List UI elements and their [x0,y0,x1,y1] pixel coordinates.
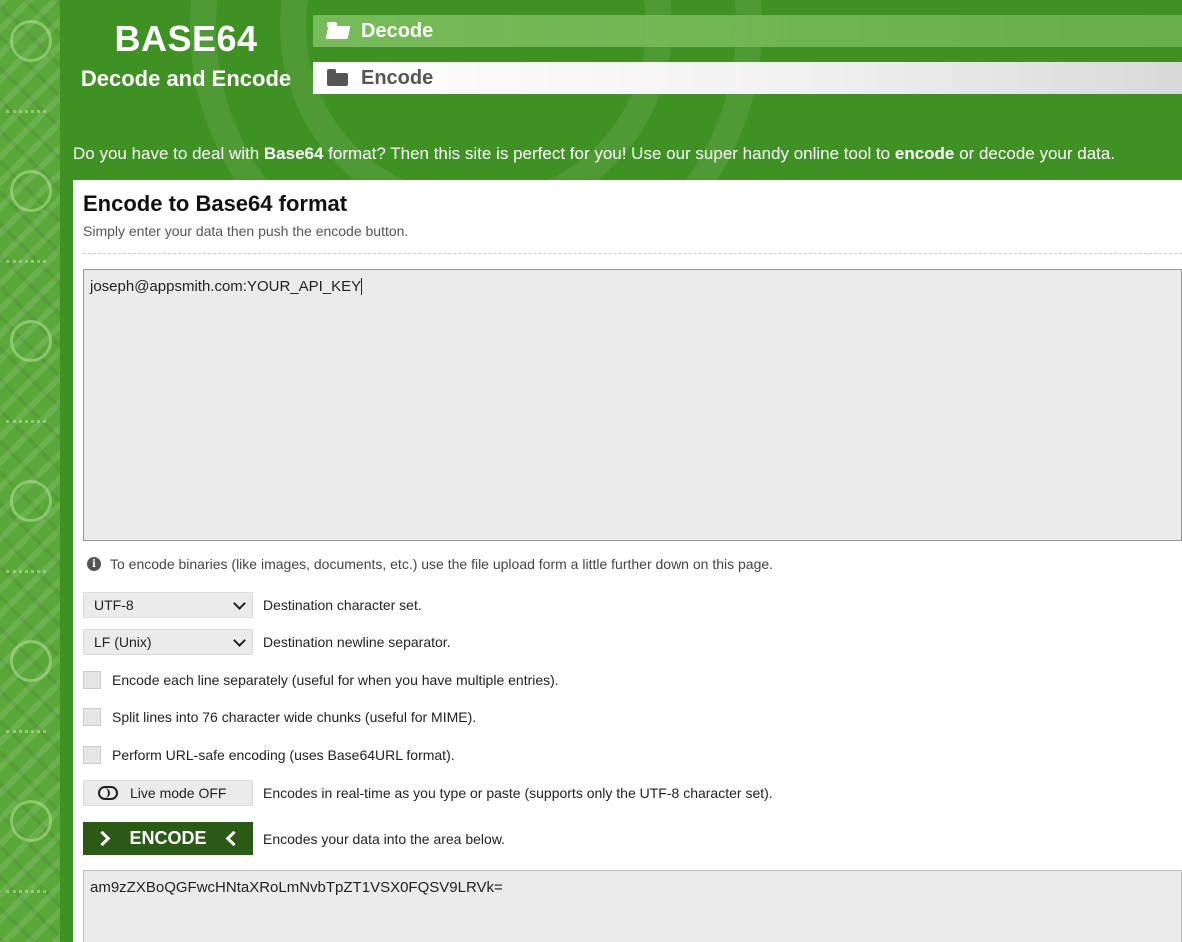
split-lines-label: Split lines into 76 character wide chunk… [112,709,477,725]
live-mode-toggle[interactable]: Live mode OFF [83,780,253,806]
input-textarea[interactable]: joseph@appsmith.com:YOUR_API_KEY [83,269,1182,541]
newline-select[interactable]: LF (Unix) [83,629,253,655]
option-row: Perform URL-safe encoding (uses Base64UR… [83,746,455,764]
tab-decode-label: Decode [361,19,434,42]
charset-label: Destination character set. [263,597,422,613]
encode-description: Encodes your data into the area below. [263,830,506,847]
panel-subtitle: Simply enter your data then push the enc… [83,223,409,239]
newline-row: LF (Unix) Destination newline separator. [83,629,451,655]
output-value: am9zZXBoQGFwcHNtaXRoLmNvbTpZT1VSX0FQSV9L… [90,879,503,896]
panel-title: Encode to Base64 format [83,191,348,216]
decorative-sidebar [0,0,60,942]
divider [83,253,1182,254]
decoration-circle [10,170,52,212]
encode-each-line-checkbox[interactable] [83,671,101,689]
toggle-off-icon [98,786,118,800]
text-caret [361,278,363,295]
intro-text: Do you have to deal with Base64 format? … [73,144,1182,164]
encode-row: ENCODE Encodes your data into the area b… [83,822,505,855]
live-mode-description: Encodes in real-time as you type or past… [263,785,773,801]
tab-decode[interactable]: Decode [313,15,1182,47]
decoration-dash [6,110,46,117]
option-row: Split lines into 76 character wide chunk… [83,708,476,726]
logo-title[interactable]: BASE64 [60,18,312,60]
encode-button[interactable]: ENCODE [83,822,253,855]
logo-subtitle: Decode and Encode [80,66,292,91]
live-mode-label: Live mode OFF [130,785,227,801]
encode-button-label: ENCODE [129,828,207,848]
charset-select[interactable]: UTF-8 [83,592,253,618]
info-note: i To encode binaries (like images, docum… [87,556,773,572]
output-textarea[interactable]: am9zZXBoQGFwcHNtaXRoLmNvbTpZT1VSX0FQSV9L… [83,870,1182,942]
decoration-dash [6,890,46,897]
newline-value: LF (Unix) [94,634,152,650]
tab-encode[interactable]: Encode [313,62,1182,94]
charset-value: UTF-8 [94,597,134,613]
split-lines-checkbox[interactable] [83,708,101,726]
info-icon: i [87,557,101,571]
folder-open-icon [327,22,351,40]
decoration-circle [10,320,52,362]
intro-text-bold: encode [894,144,955,163]
option-row: Encode each line separately (useful for … [83,671,559,689]
main-area: BASE64 Decode and Encode Decode Encode D… [60,0,1182,942]
info-text: To encode binaries (like images, documen… [110,556,774,572]
chevron-down-icon [233,633,246,647]
intro-text-part: format? Then this site is perfect for yo… [323,144,895,163]
folder-icon [327,69,351,87]
decoration-circle [10,480,52,522]
url-safe-label: Perform URL-safe encoding (uses Base64UR… [112,747,455,763]
decoration-circle [10,20,52,62]
decoration-dash [6,570,46,577]
encode-panel: Encode to Base64 format Simply enter you… [73,180,1182,942]
decoration-circle [10,640,52,682]
intro-text-part: or decode your data. [954,144,1116,163]
encode-each-line-label: Encode each line separately (useful for … [112,672,559,688]
decoration-dash [6,420,46,427]
newline-label: Destination newline separator. [263,634,451,650]
charset-row: UTF-8 Destination character set. [83,592,422,618]
chevron-left-icon [225,830,242,847]
live-mode-row: Live mode OFF Encodes in real-time as yo… [83,780,773,806]
url-safe-checkbox[interactable] [83,746,101,764]
intro-text-bold: Base64 [263,144,324,163]
tab-encode-label: Encode [361,66,434,89]
chevron-right-icon [94,830,111,847]
decoration-dash [6,730,46,737]
decoration-dash [6,260,46,267]
intro-text-part: Do you have to deal with [73,144,264,163]
chevron-down-icon [233,596,246,610]
decoration-circle [10,800,52,842]
input-value: joseph@appsmith.com:YOUR_API_KEY [90,278,362,295]
